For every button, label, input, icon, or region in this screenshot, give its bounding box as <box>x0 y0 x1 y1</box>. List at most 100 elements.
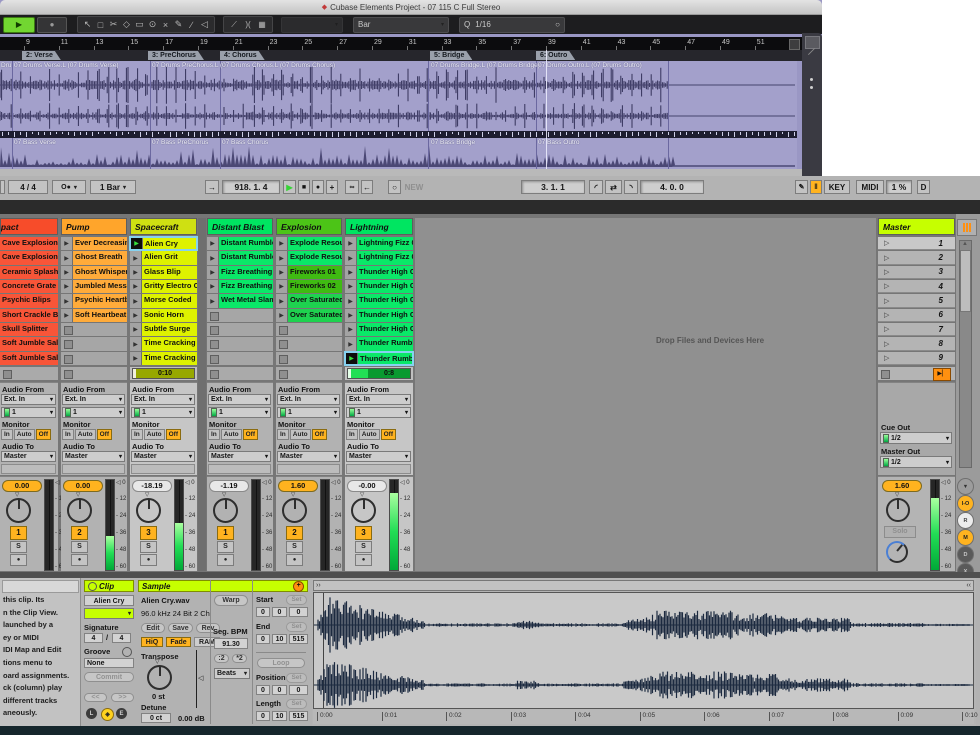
stop-all-clips-button[interactable] <box>881 370 890 379</box>
tool-icon-6[interactable]: × <box>159 20 172 30</box>
solo-button[interactable]: S <box>217 541 234 553</box>
session-scrollbar-thumb[interactable] <box>960 250 971 312</box>
clip-stop-button[interactable] <box>279 355 288 364</box>
groove-icon[interactable] <box>122 647 132 657</box>
clip-launch-button[interactable]: ▶ <box>61 251 73 264</box>
sample-box-tab[interactable]: ◈ <box>101 708 114 721</box>
clip-slot[interactable]: Cave Explosion <box>0 251 58 264</box>
monitor-off-button[interactable]: Off <box>166 429 181 440</box>
end-value[interactable]: 0 <box>256 634 270 644</box>
scrollbar-dot[interactable] <box>810 86 813 89</box>
clip-launch-button[interactable]: ▶ <box>61 237 73 250</box>
clip-launch-button[interactable]: ▶ <box>345 280 357 293</box>
clip-slot[interactable]: ▶Thunder High C <box>345 309 413 322</box>
clip-slot[interactable] <box>207 309 273 322</box>
clip-slot[interactable]: ▶Sonic Horn <box>130 309 197 322</box>
clip-slot[interactable]: Ceramic Splash <box>0 266 58 279</box>
clip-slot[interactable]: ▶Glass Blip <box>130 266 197 279</box>
cubase-drums-track[interactable]: Dru07 Drums Verse.L (07 Drums Verse)07 D… <box>0 61 797 131</box>
monitor-in-button[interactable]: In <box>346 429 358 440</box>
loop-start-display[interactable]: 3. 1. 1 <box>521 180 585 194</box>
input-type-menu[interactable]: Ext. In▾ <box>1 394 56 405</box>
drop-zone[interactable]: Drop Files and Devices Here <box>415 218 876 571</box>
clip-slot[interactable] <box>207 352 273 365</box>
monitor-in-button[interactable]: In <box>277 429 289 440</box>
solo-button[interactable]: S <box>355 541 372 553</box>
clip-launch-button[interactable]: ▶ <box>130 266 142 279</box>
loop-brace[interactable]: ›› ‹‹ <box>313 580 974 591</box>
spare-chooser[interactable] <box>131 464 195 474</box>
play-button[interactable]: ▶ <box>283 180 296 194</box>
clip-slot[interactable]: ▶Thunder High C <box>345 280 413 293</box>
warp-mode-menu[interactable]: Beats▾ <box>214 668 250 679</box>
clip-slot[interactable]: ▶Thunder High C <box>345 294 413 307</box>
clip-slot[interactable]: ▶Wet Metal Slam <box>207 294 273 307</box>
scene-slot-7[interactable]: ▷7 <box>878 323 955 336</box>
clip-slot[interactable] <box>207 337 273 350</box>
loop-button[interactable]: ⇄ <box>605 180 622 194</box>
clip-slot[interactable]: ▶Thunder High C <box>345 323 413 336</box>
transpose-knob[interactable] <box>147 665 172 690</box>
arm-button[interactable]: ● <box>286 554 303 566</box>
position-value[interactable]: 0 <box>272 685 287 695</box>
stop-button[interactable]: ■ <box>298 180 310 194</box>
scene-slot-3[interactable]: ▷3 <box>878 266 955 279</box>
tool-icon-8[interactable]: ∕ <box>185 20 198 30</box>
clip-slot[interactable]: ▶Ever Decreasing <box>61 237 127 250</box>
spare-chooser[interactable] <box>346 464 411 474</box>
spare-chooser[interactable] <box>62 464 125 474</box>
clip-slot[interactable]: ▶Time Cracking 0 <box>130 337 197 350</box>
clip-launch-button[interactable]: ▶ <box>345 251 357 264</box>
track-header-distant-blast[interactable]: Distant Blast <box>207 218 273 235</box>
marker-tag[interactable]: 2: Verse <box>22 51 61 60</box>
end-value[interactable]: 10 <box>272 634 287 644</box>
snap-icon-1[interactable]: )( <box>241 20 255 29</box>
grid-type-dropdown[interactable]: ▾ <box>281 17 343 33</box>
stop-all-clips-row[interactable]: ▶▏ <box>878 367 955 380</box>
clip-activator-icon[interactable] <box>88 582 97 591</box>
clip-stop-button[interactable] <box>64 370 73 379</box>
track-header-master[interactable]: Master <box>878 218 955 235</box>
clip-slot[interactable]: Skull Splitter <box>0 323 58 336</box>
solo-button[interactable]: S <box>71 541 88 553</box>
clip-slot[interactable]: ▶Ghost Breath <box>61 251 127 264</box>
clip-slot[interactable]: Short Crackle B <box>0 309 58 322</box>
monitor-auto-button[interactable]: Auto <box>359 429 380 440</box>
pan-knob[interactable] <box>282 498 307 523</box>
clip-slot[interactable]: ▶Time Cracking 0 <box>130 352 197 365</box>
clip-slot[interactable]: ▶Gritty Electro Cr <box>130 280 197 293</box>
clip-launch-button[interactable]: ▶ <box>61 280 73 293</box>
clip-launch-button[interactable]: ▶ <box>276 280 288 293</box>
cubase-snap-group[interactable]: ⟋)(▦ <box>223 16 273 33</box>
clip-launch-button[interactable]: ▶ <box>130 337 142 350</box>
clip-stop-button[interactable] <box>210 340 219 349</box>
track-header-lightning[interactable]: Lightning <box>345 218 413 235</box>
clip-name-field[interactable]: Alien Cry <box>84 595 134 606</box>
clip-launch-button[interactable]: ▶ <box>61 266 73 279</box>
start-value[interactable]: 0 <box>289 607 308 617</box>
position-value[interactable]: 0 <box>256 685 270 695</box>
clip-launch-button[interactable]: ▶ <box>207 266 219 279</box>
arrangement-position-display[interactable]: 918. 1. 4 <box>222 180 280 194</box>
key-map-button[interactable]: KEY <box>824 180 850 194</box>
tool-icon-3[interactable]: ◇ <box>120 19 133 30</box>
waveform-area[interactable] <box>313 592 974 709</box>
track-header-impact[interactable]: Impact <box>0 218 58 235</box>
quantize-box[interactable]: Q 1/16 ○ <box>459 17 565 33</box>
pan-knob[interactable] <box>6 498 31 523</box>
clip-launch-button[interactable]: ▶ <box>276 266 288 279</box>
gain-slider[interactable] <box>196 650 197 708</box>
half-tempo-button[interactable]: :2 <box>214 654 229 663</box>
clip-slot[interactable]: ▶Alien Grit <box>130 251 197 264</box>
double-tempo-button[interactable]: *2 <box>232 654 247 663</box>
returns-section-toggle[interactable]: R <box>957 512 974 529</box>
cubase-tool-strip[interactable]: ↖□✂◇▭⊙×✎∕◁ <box>77 16 215 33</box>
marker-tag[interactable]: 5: Bridge <box>430 51 472 60</box>
clip-stop-button[interactable] <box>64 340 73 349</box>
clip-launch-button[interactable]: ▶ <box>345 266 357 279</box>
ruler-end-button[interactable] <box>789 39 800 50</box>
arm-button[interactable]: ● <box>71 554 88 566</box>
clip-launch-button[interactable]: ▶ <box>207 237 219 250</box>
arm-button[interactable]: ● <box>217 554 234 566</box>
fade-toggle[interactable]: Fade <box>166 637 191 647</box>
